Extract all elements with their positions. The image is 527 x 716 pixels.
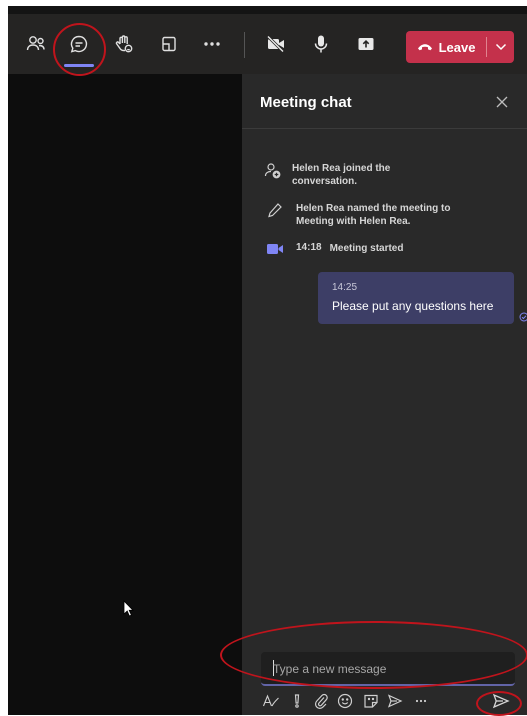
chevron-down-icon	[495, 43, 506, 51]
chat-button[interactable]	[63, 28, 95, 60]
close-chat-button[interactable]	[492, 92, 512, 112]
close-icon	[496, 96, 508, 108]
leave-label: Leave	[438, 39, 476, 55]
meeting-chat-panel: Meeting chat Helen Rea joined the conver…	[242, 74, 527, 715]
format-icon	[262, 694, 279, 707]
composer-toolbar	[260, 690, 520, 712]
chat-event-renamed: Helen Rea named the meeting to Meeting w…	[264, 202, 464, 228]
teams-meeting-window: Leave Meeting chat Helen Rea joined the …	[8, 6, 527, 715]
emoji-button[interactable]	[334, 690, 356, 712]
paperclip-icon	[314, 693, 328, 709]
more-options-button[interactable]	[196, 28, 228, 60]
more-compose-options-button[interactable]	[410, 690, 432, 712]
more-icon	[204, 42, 220, 46]
chat-icon	[70, 35, 88, 53]
share-tray-icon	[162, 36, 176, 52]
share-screen-icon	[358, 38, 374, 50]
camera-off-icon	[266, 35, 285, 53]
chat-event-text: Meeting started	[329, 243, 404, 254]
leave-button[interactable]: Leave	[406, 31, 514, 63]
chat-panel-header: Meeting chat	[242, 74, 527, 129]
hang-up-icon	[417, 44, 432, 51]
send-later-icon	[387, 694, 403, 708]
sticker-button[interactable]	[360, 690, 382, 712]
send-button[interactable]	[490, 690, 512, 712]
raise-hand-button[interactable]	[108, 28, 140, 60]
share-tray-button[interactable]	[153, 28, 185, 60]
message-text: Please put any questions here	[332, 299, 494, 313]
video-camera-icon	[267, 244, 283, 254]
format-button[interactable]	[260, 690, 282, 712]
chat-event-text: Helen Rea named the meeting to Meeting w…	[296, 203, 451, 227]
attach-button[interactable]	[310, 690, 332, 712]
camera-toggle-button[interactable]	[260, 28, 292, 60]
title-strip	[8, 6, 527, 14]
message-input[interactable]	[271, 659, 505, 679]
pencil-icon	[268, 203, 282, 218]
emoji-icon	[337, 693, 353, 709]
read-receipt-icon	[519, 312, 527, 322]
microphone-icon	[314, 35, 328, 53]
mouse-pointer-icon	[123, 600, 134, 617]
schedule-send-button[interactable]	[384, 690, 406, 712]
chat-panel-title: Meeting chat	[260, 94, 352, 111]
important-icon	[294, 694, 300, 708]
active-tab-indicator	[64, 64, 94, 67]
participant-joined-icon	[264, 163, 281, 179]
meeting-toolbar: Leave	[8, 14, 527, 74]
chat-event-joined: Helen Rea joined the conversation.	[264, 162, 424, 188]
send-icon	[492, 693, 510, 709]
share-screen-button[interactable]	[350, 28, 382, 60]
chat-event-text: Helen Rea joined the conversation.	[292, 163, 391, 187]
more-icon	[415, 699, 427, 703]
chat-message[interactable]: 14:25 Please put any questions here	[318, 272, 514, 324]
leave-main[interactable]: Leave	[406, 31, 486, 63]
leave-options-button[interactable]	[487, 31, 514, 63]
mark-important-button[interactable]	[286, 690, 308, 712]
people-button[interactable]	[20, 28, 52, 60]
sticker-icon	[364, 694, 378, 708]
chat-event-started: 14:18 Meeting started	[264, 242, 403, 260]
chat-event-time: 14:18	[296, 242, 322, 253]
microphone-button[interactable]	[305, 28, 337, 60]
message-input-box[interactable]	[261, 652, 515, 686]
toolbar-separator	[244, 32, 245, 58]
message-time: 14:25	[332, 282, 358, 293]
video-stage	[8, 74, 242, 715]
raise-hand-icon	[115, 35, 133, 53]
people-icon	[26, 36, 45, 51]
